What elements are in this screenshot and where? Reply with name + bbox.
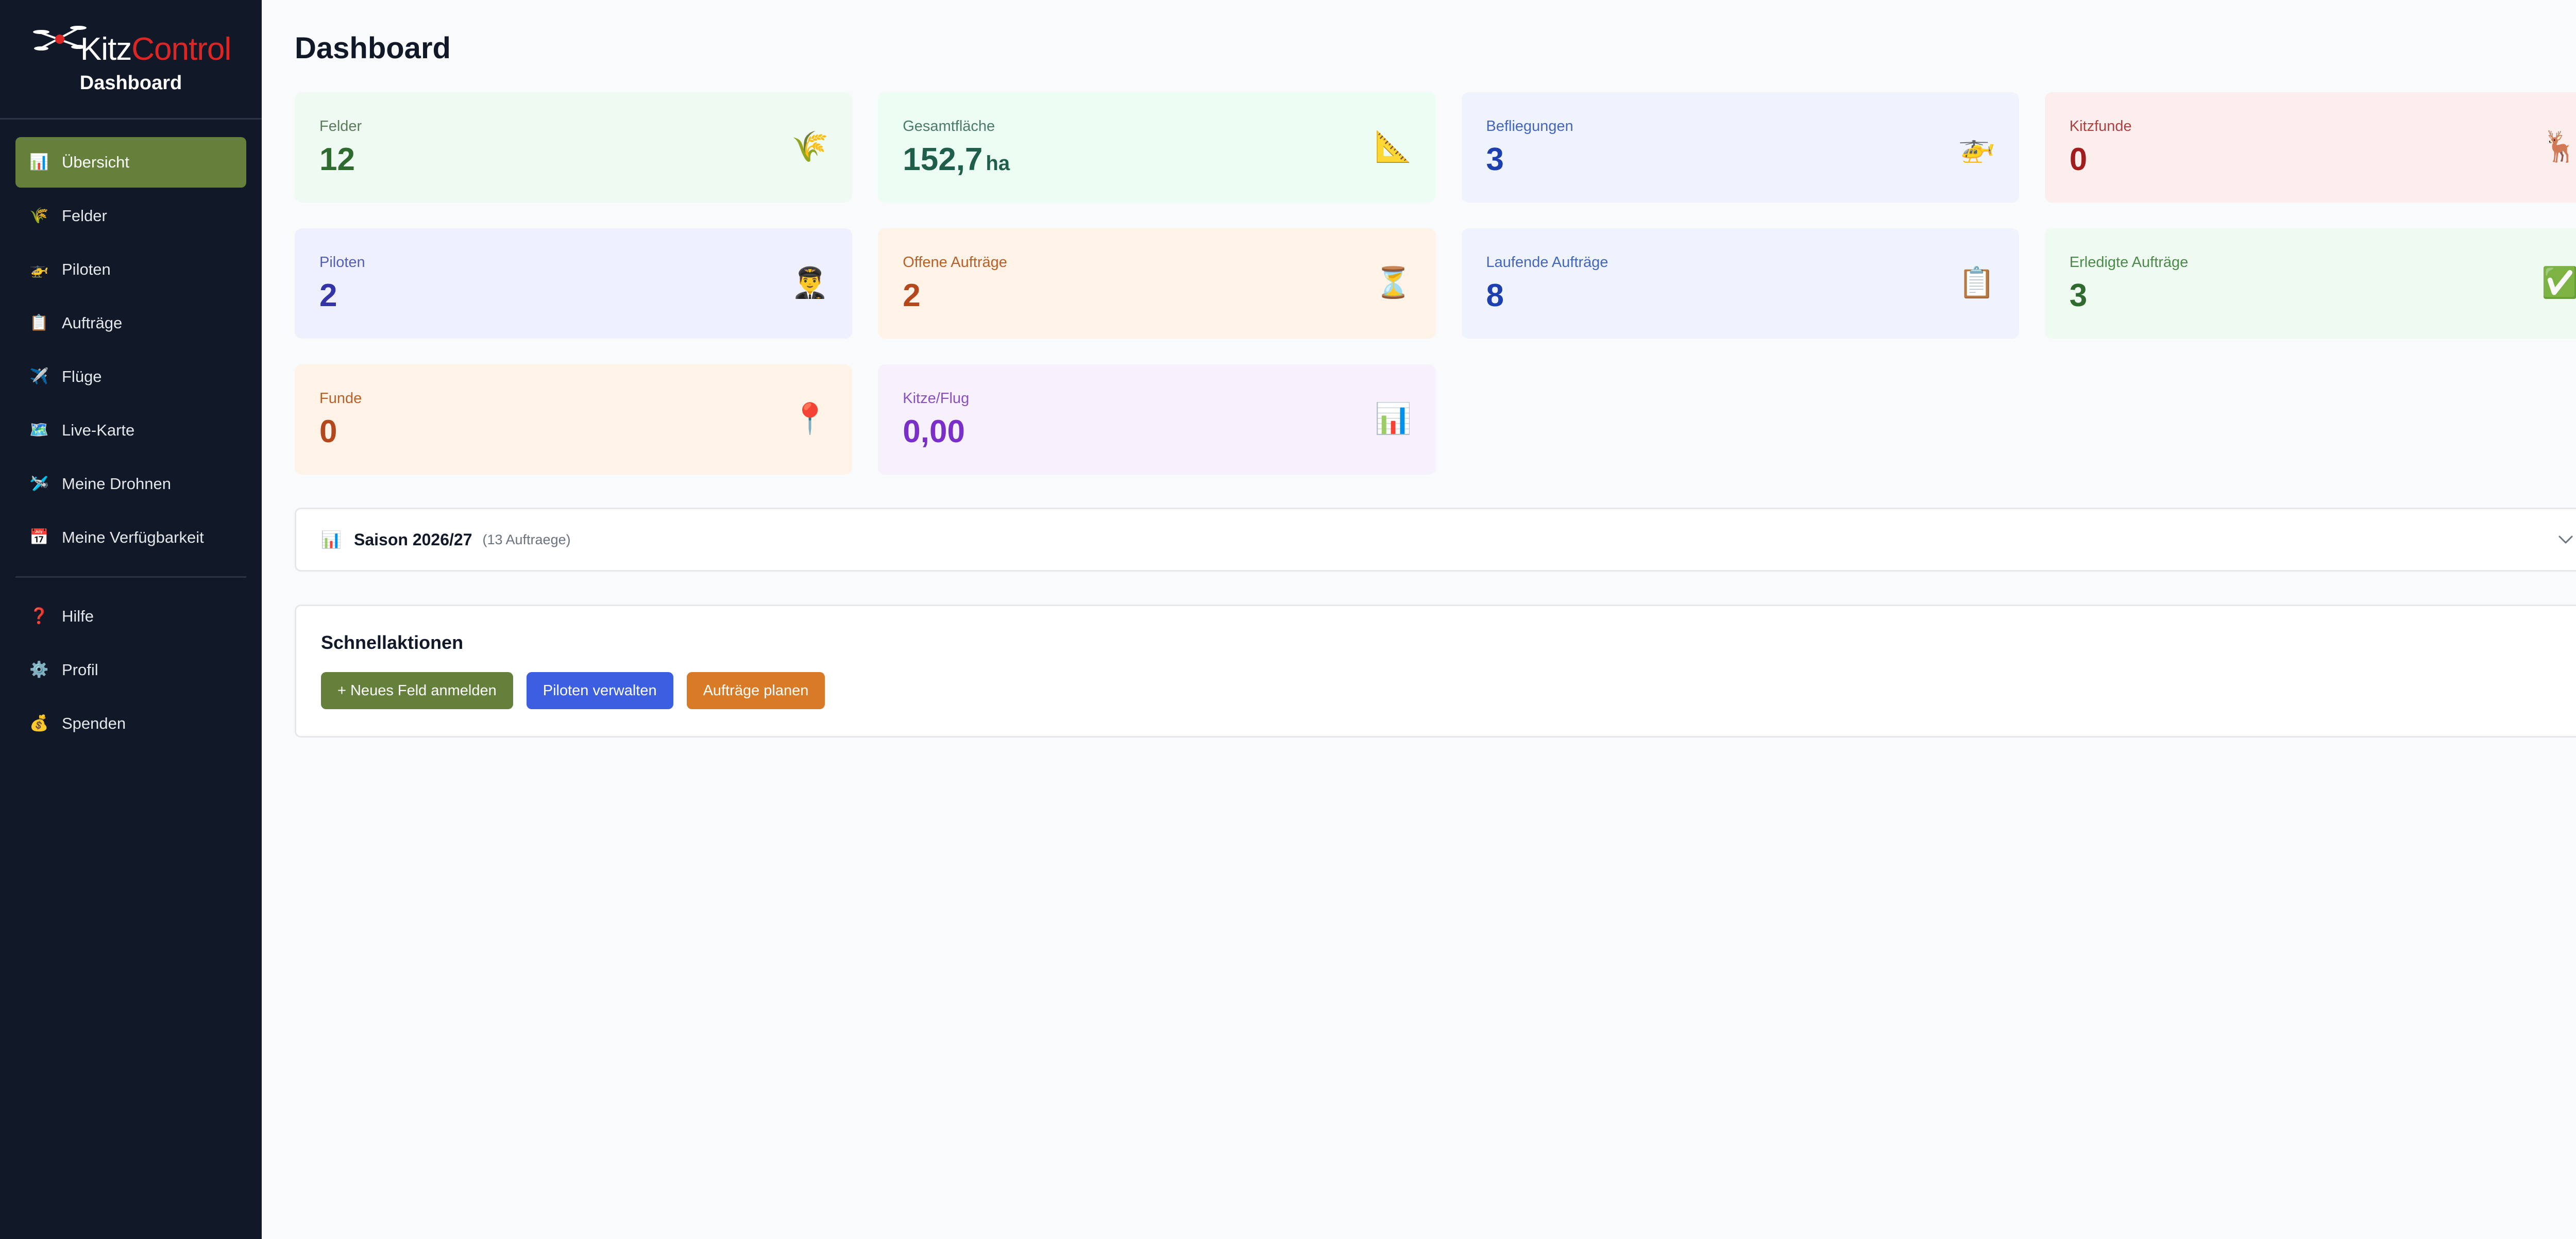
sidebar-item-meine-verfuegbarkeit[interactable]: 📅 Meine Verfügbarkeit <box>15 512 246 563</box>
sidebar-item-label: Live-Karte <box>62 421 135 439</box>
sidebar-item-label: Profil <box>62 661 98 679</box>
brand: KitzControl Dashboard <box>0 0 262 120</box>
deer-icon: 🦌 <box>2541 130 2576 163</box>
stat-label: Kitze/Flug <box>903 390 970 407</box>
check-icon: ✅ <box>2541 266 2576 299</box>
stat-unit: ha <box>986 152 1010 175</box>
sidebar-item-hilfe[interactable]: ❓ Hilfe <box>15 591 246 642</box>
bar-chart-icon: 📊 <box>1375 402 1412 436</box>
quick-actions-title: Schnellaktionen <box>321 632 464 653</box>
stat-value: 2 <box>903 278 921 313</box>
season-count: (13 Auftraege) <box>482 531 571 547</box>
main-content: Dashboard Felder 12 🌾 Gesamtfläche 152,7… <box>262 0 2576 1239</box>
gear-icon: ⚙️ <box>29 661 49 678</box>
logo[interactable]: KitzControl <box>0 19 262 70</box>
stat-card-piloten[interactable]: Piloten 2 👨‍✈️ <box>295 228 853 339</box>
stat-value: 2 <box>319 278 337 313</box>
quick-actions-panel: Schnellaktionen + Neues Feld anmelden Pi… <box>295 605 2576 738</box>
sidebar-item-label: Meine Verfügbarkeit <box>62 528 204 546</box>
sidebar-item-label: Felder <box>62 207 107 225</box>
sidebar-item-live-karte[interactable]: 🗺️ Live-Karte <box>15 405 246 456</box>
chevron-down-icon[interactable] <box>2555 529 2576 550</box>
stat-card-laufende-auftraege[interactable]: Laufende Aufträge 8 📋 <box>1461 228 2019 339</box>
sidebar-item-label: Übersicht <box>62 153 129 171</box>
stat-label: Befliegungen <box>1486 118 1573 135</box>
brand-subtitle: Dashboard <box>79 72 182 94</box>
question-icon: ❓ <box>29 608 49 625</box>
page-title: Dashboard <box>295 31 451 65</box>
stat-value: 8 <box>1486 278 1504 313</box>
drone-logo-icon <box>32 26 87 51</box>
sidebar-item-label: Aufträge <box>62 314 123 332</box>
stat-label: Laufende Aufträge <box>1486 254 1608 271</box>
triangle-ruler-icon: 📐 <box>1375 130 1412 163</box>
pilot-icon: 👨‍✈️ <box>791 266 829 299</box>
wheat-icon: 🌾 <box>791 130 829 163</box>
stat-label: Felder <box>319 118 362 135</box>
helicopter-icon: 🚁 <box>1958 130 1995 163</box>
drone-icon: 🛩️ <box>29 475 49 492</box>
stat-value: 12 <box>319 142 355 177</box>
stat-card-kitzfunde[interactable]: Kitzfunde 0 🦌 <box>2044 92 2576 203</box>
sidebar: KitzControl Dashboard 📊 Übersicht 🌾 Feld… <box>0 0 262 1239</box>
quick-actions-buttons: + Neues Feld anmelden Piloten verwalten … <box>321 672 2576 709</box>
stat-card-felder[interactable]: Felder 12 🌾 <box>295 92 853 203</box>
sidebar-item-label: Meine Drohnen <box>62 475 171 493</box>
sidebar-item-profil[interactable]: ⚙️ Profil <box>15 645 246 695</box>
stat-card-kitze-pro-flug[interactable]: Kitze/Flug 0,00 📊 <box>878 364 1436 475</box>
stat-value: 152,7 <box>903 142 983 177</box>
stat-value: 3 <box>2069 278 2088 313</box>
sidebar-item-label: Piloten <box>62 260 111 278</box>
new-field-button[interactable]: + Neues Feld anmelden <box>321 672 513 709</box>
stat-label: Gesamtfläche <box>903 118 995 135</box>
stat-value: 0,00 <box>903 414 965 449</box>
map-icon: 🗺️ <box>29 422 49 439</box>
sidebar-item-label: Hilfe <box>62 607 94 625</box>
sidebar-item-label: Spenden <box>62 714 126 732</box>
bar-chart-icon: 📊 <box>321 530 342 549</box>
stat-value: 0 <box>319 414 337 449</box>
stat-label: Offene Aufträge <box>903 254 1007 271</box>
stat-card-funde[interactable]: Funde 0 📍 <box>295 364 853 475</box>
sidebar-item-spenden[interactable]: 💰 Spenden <box>15 698 246 749</box>
bar-chart-icon: 📊 <box>29 154 49 171</box>
sidebar-item-auftraege[interactable]: 📋 Aufträge <box>15 298 246 348</box>
stat-label: Funde <box>319 390 362 407</box>
clipboard-icon: 📋 <box>1958 266 1995 299</box>
sidebar-item-label: Flüge <box>62 367 102 386</box>
stat-card-erledigte-auftraege[interactable]: Erledigte Aufträge 3 ✅ <box>2044 228 2576 339</box>
airplane-icon: ✈️ <box>29 368 49 385</box>
plan-orders-button[interactable]: Aufträge planen <box>686 672 825 709</box>
stat-card-offene-auftraege[interactable]: Offene Aufträge 2 ⏳ <box>878 228 1436 339</box>
stat-label: Kitzfunde <box>2069 118 2132 135</box>
wheat-icon: 🌾 <box>29 207 49 224</box>
money-bag-icon: 💰 <box>29 715 49 732</box>
stat-value: 3 <box>1486 142 1504 177</box>
season-title: Saison 2026/27 <box>354 530 472 549</box>
sidebar-item-fluege[interactable]: ✈️ Flüge <box>15 351 246 402</box>
stat-card-gesamtflaeche[interactable]: Gesamtfläche 152,7 ha 📐 <box>878 92 1436 203</box>
stat-card-befliegungen[interactable]: Befliegungen 3 🚁 <box>1461 92 2019 203</box>
stat-value: 0 <box>2069 142 2088 177</box>
manage-pilots-button[interactable]: Piloten verwalten <box>526 672 673 709</box>
logo-text-kitz: Kitz <box>80 31 132 67</box>
pin-icon: 📍 <box>791 402 829 436</box>
sidebar-item-piloten[interactable]: 🚁 Piloten <box>15 244 246 295</box>
helicopter-icon: 🚁 <box>29 261 49 278</box>
calendar-icon: 📅 <box>29 529 49 546</box>
sidebar-item-felder[interactable]: 🌾 Felder <box>15 191 246 241</box>
season-accordion[interactable]: 📊 Saison 2026/27 (13 Auftraege) <box>295 508 2576 572</box>
sidebar-item-meine-drohnen[interactable]: 🛩️ Meine Drohnen <box>15 459 246 509</box>
stat-label: Erledigte Aufträge <box>2069 254 2189 271</box>
stats-grid: Felder 12 🌾 Gesamtfläche 152,7 ha 📐 Befli… <box>295 92 2576 475</box>
sidebar-nav: 📊 Übersicht 🌾 Felder 🚁 Piloten 📋 Aufträg… <box>0 120 262 749</box>
logo-text-control: Control <box>131 31 231 67</box>
stat-label: Piloten <box>319 254 365 271</box>
clipboard-icon: 📋 <box>29 314 49 331</box>
hourglass-icon: ⏳ <box>1375 266 1412 299</box>
sidebar-item-uebersicht[interactable]: 📊 Übersicht <box>15 137 246 188</box>
